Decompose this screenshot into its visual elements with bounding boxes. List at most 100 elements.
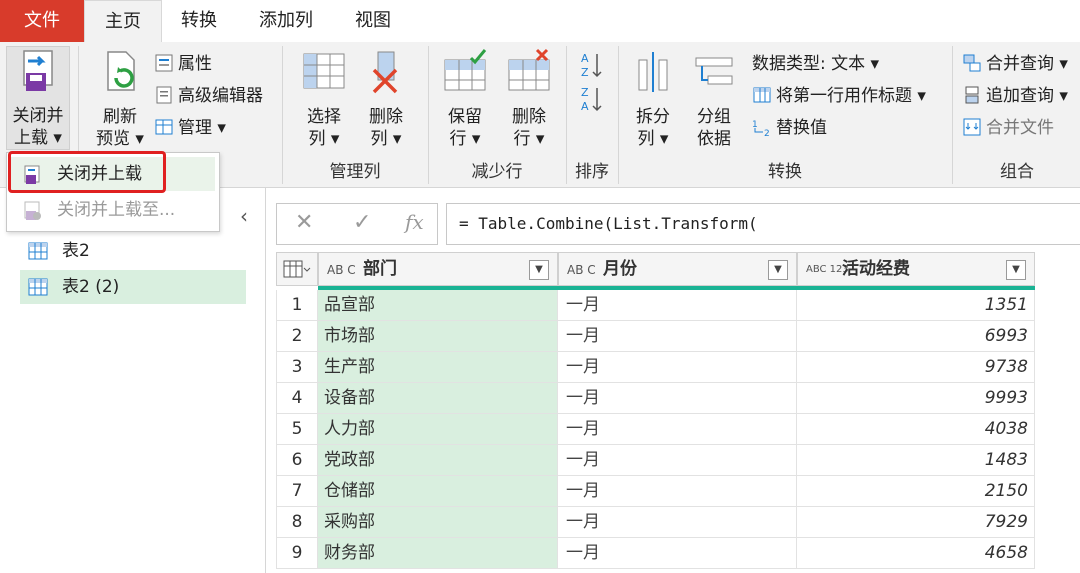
remove-columns-button[interactable]: 删除 列 ▾ [358,48,414,150]
cell-dept[interactable]: 设备部 [318,383,558,414]
text-type-icon[interactable]: AB C [567,254,596,286]
cell-fee[interactable]: 4658 [797,538,1035,569]
cell-month[interactable]: 一月 [558,414,797,445]
cell-month[interactable]: 一月 [558,290,797,321]
keep-rows-icon [444,49,487,91]
tab-transform[interactable]: 转换 [166,0,232,42]
split-column-button[interactable]: 拆分 列 ▾ [628,48,678,150]
filter-dropdown-icon[interactable]: ▼ [1006,260,1026,280]
tab-view[interactable]: 视图 [342,0,404,42]
group-transform: 拆分 列 ▾ 分组 依据 数据类型: 文本 ▾ 将第一行用作标题 ▾ 1 2 替换值… [620,42,950,188]
keep-rows-button[interactable]: 保留 行 ▾ [436,48,494,150]
cell-dept[interactable]: 采购部 [318,507,558,538]
cell-fee[interactable]: 7929 [797,507,1035,538]
cell-fee[interactable]: 2150 [797,476,1035,507]
row-number[interactable]: 9 [276,538,318,569]
first-row-header-button[interactable]: 将第一行用作标题 ▾ [752,82,926,110]
replace-values-icon: 12 [752,120,770,137]
close-load-to-icon [24,201,41,220]
collapse-panel-icon[interactable]: ‹ [240,204,248,228]
text-type-icon[interactable]: AB C [327,254,356,286]
confirm-icon[interactable]: ✓ [353,210,371,235]
group-manage-columns: 选择 列 ▾ 删除 列 ▾ 管理列 [284,42,426,188]
combine-files-icon [963,118,981,136]
cell-month[interactable]: 一月 [558,321,797,352]
cell-fee[interactable]: 4038 [797,414,1035,445]
column-header-month[interactable]: AB C 月份 ▼ [558,252,797,286]
refresh-preview-button[interactable]: 刷新 预览 ▾ [90,48,150,150]
cell-dept[interactable]: 生产部 [318,352,558,383]
tab-add-column[interactable]: 添加列 [246,0,326,42]
column-header-fee[interactable]: ABC 123 活动经费 ▼ [797,252,1035,286]
cell-month[interactable]: 一月 [558,352,797,383]
group-sort: AZ ZA 排序 [568,42,616,188]
fx-icon[interactable]: fx [405,210,424,234]
cell-fee[interactable]: 1351 [797,290,1035,321]
table-corner-button[interactable] [276,252,318,286]
choose-columns-button[interactable]: 选择 列 ▾ [296,48,352,150]
append-queries-button[interactable]: 追加查询 ▾ [962,82,1068,110]
row-number[interactable]: 3 [276,352,318,383]
sort-descending-icon[interactable]: ZA [580,84,604,114]
cell-fee[interactable]: 6993 [797,321,1035,352]
cell-dept[interactable]: 市场部 [318,321,558,352]
tab-home[interactable]: 主页 [84,0,162,42]
sort-ascending-icon[interactable]: AZ [580,50,604,80]
group-by-button[interactable]: 分组 依据 [688,48,740,150]
combine-files-button[interactable]: 合并文件 [962,114,1054,142]
table-header-icon [753,87,771,103]
query-item[interactable]: 表2 [20,234,246,268]
properties-icon [155,54,173,72]
merge-queries-button[interactable]: 合并查询 ▾ [962,50,1068,78]
properties-button[interactable]: 属性 [154,50,212,78]
cell-dept[interactable]: 人力部 [318,414,558,445]
menu-item-close-load-to[interactable]: 关闭并上载至... [11,193,215,227]
replace-values-button[interactable]: 1 2 替换值 [752,114,827,142]
filter-dropdown-icon[interactable]: ▼ [529,260,549,280]
cell-month[interactable]: 一月 [558,383,797,414]
svg-text:2: 2 [764,129,770,137]
close-load-button[interactable]: 关闭并 上载 ▾ [6,46,70,150]
group-label-sort: 排序 [575,162,609,182]
formula-bar: ✕ ✓ fx = Table.Combine(List.Transform( [276,203,1080,245]
close-load-icon [23,50,53,91]
row-number[interactable]: 4 [276,383,318,414]
cell-fee[interactable]: 9993 [797,383,1035,414]
group-label-reduce-rows: 减少行 [471,162,523,182]
row-number[interactable]: 5 [276,414,318,445]
remove-rows-button[interactable]: 删除 行 ▾ [500,48,558,150]
table-icon [28,278,48,296]
tab-file[interactable]: 文件 [0,0,84,42]
cell-dept[interactable]: 财务部 [318,538,558,569]
cell-fee[interactable]: 9738 [797,352,1035,383]
cancel-icon[interactable]: ✕ [295,210,313,235]
manage-button[interactable]: 管理 ▾ [154,114,226,142]
row-number[interactable]: 2 [276,321,318,352]
data-type-dropdown[interactable]: 数据类型: 文本 ▾ [752,50,879,78]
cell-dept[interactable]: 品宣部 [318,290,558,321]
row-number[interactable]: 7 [276,476,318,507]
table-menu-icon [283,260,311,278]
cell-month[interactable]: 一月 [558,538,797,569]
cell-fee[interactable]: 1483 [797,445,1035,476]
row-number[interactable]: 1 [276,290,318,321]
row-number[interactable]: 6 [276,445,318,476]
group-reduce-rows: 保留 行 ▾ 删除 行 ▾ 减少行 [430,42,564,188]
formula-input[interactable]: = Table.Combine(List.Transform( [446,203,1080,245]
group-label-combine: 组合 [1000,162,1034,182]
highlight-box [8,151,166,193]
cell-dept[interactable]: 党政部 [318,445,558,476]
cell-month[interactable]: 一月 [558,507,797,538]
cell-month[interactable]: 一月 [558,445,797,476]
filter-dropdown-icon[interactable]: ▼ [768,260,788,280]
query-name: 表2 [62,241,90,261]
advanced-editor-button[interactable]: 高级编辑器 [154,82,263,110]
column-header-dept[interactable]: AB C 部门 ▼ [318,252,558,286]
svg-text:A: A [581,100,589,113]
svg-text:A: A [581,52,589,65]
cell-dept[interactable]: 仓储部 [318,476,558,507]
row-number[interactable]: 8 [276,507,318,538]
refresh-label-1: 刷新 [103,107,137,127]
query-item-selected[interactable]: 表2 (2) [20,270,246,304]
cell-month[interactable]: 一月 [558,476,797,507]
